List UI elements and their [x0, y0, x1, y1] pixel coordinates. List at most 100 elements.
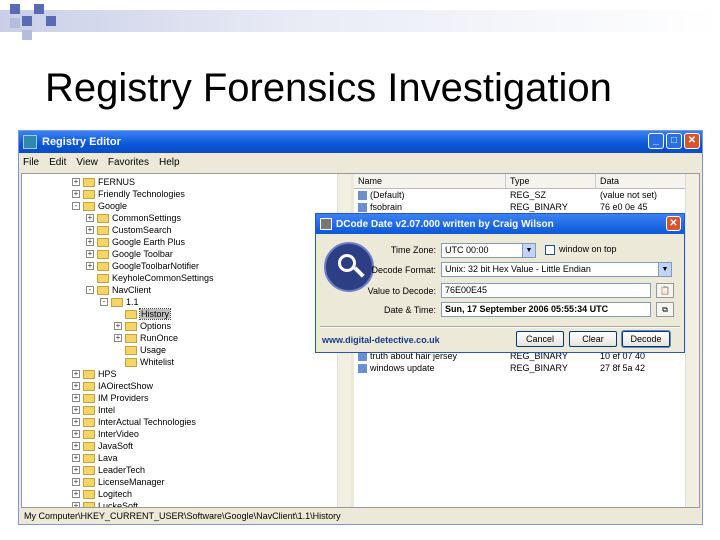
- folder-icon: [111, 297, 123, 307]
- decode-format-select[interactable]: Unix: 32 bit Hex Value - Little Endian ▼: [441, 262, 672, 277]
- cancel-button[interactable]: Cancel: [516, 331, 564, 347]
- expand-icon[interactable]: +: [114, 322, 122, 330]
- tree-node[interactable]: + Logitech: [72, 488, 132, 500]
- tree-node[interactable]: + LuckeSoft: [72, 500, 138, 507]
- expand-icon[interactable]: +: [72, 178, 80, 186]
- tree-node[interactable]: - NavClient: [86, 284, 151, 296]
- tree-node-label: Usage: [140, 345, 167, 355]
- tree-node[interactable]: + RunOnce: [114, 332, 178, 344]
- value-to-decode-input[interactable]: 76E00E45: [441, 283, 651, 298]
- column-header-data[interactable]: Data: [596, 174, 696, 189]
- clear-button[interactable]: Clear: [569, 331, 617, 347]
- string-value-icon: [358, 191, 367, 201]
- tree-node[interactable]: + IAOirectShow: [72, 380, 153, 392]
- folder-icon: [83, 189, 95, 199]
- dcode-close-button[interactable]: ✕: [666, 216, 681, 231]
- decor-square: [10, 4, 20, 14]
- tree-node[interactable]: + CustomSearch: [86, 224, 172, 236]
- tree-node[interactable]: + JavaSoft: [72, 440, 133, 452]
- menu-file[interactable]: File: [23, 157, 39, 168]
- expand-icon[interactable]: +: [72, 490, 80, 498]
- expand-icon[interactable]: +: [72, 430, 80, 438]
- tree-node-label: History: [138, 308, 172, 320]
- decode-format-label: Decode Format:: [371, 265, 436, 275]
- expand-icon[interactable]: +: [86, 250, 94, 258]
- decode-button[interactable]: Decode: [621, 330, 671, 348]
- expand-icon[interactable]: +: [72, 370, 80, 378]
- registry-window-title: Registry Editor: [42, 136, 121, 148]
- tree-node[interactable]: + Lava: [72, 452, 118, 464]
- menu-edit[interactable]: Edit: [49, 157, 66, 168]
- expand-icon[interactable]: +: [72, 418, 80, 426]
- tree-node-label: LicenseManager: [98, 477, 165, 487]
- expand-icon[interactable]: +: [86, 262, 94, 270]
- folder-icon: [83, 441, 95, 451]
- tree-node[interactable]: + Intel: [72, 404, 115, 416]
- tree-node[interactable]: Whitelist: [114, 356, 174, 368]
- tree-node[interactable]: + CommonSettings: [86, 212, 181, 224]
- tree-node[interactable]: + FERNUS: [72, 176, 135, 188]
- expand-icon[interactable]: +: [72, 466, 80, 474]
- close-button[interactable]: ✕: [684, 133, 700, 149]
- minimize-button[interactable]: _: [648, 133, 664, 149]
- tree-node-label: FERNUS: [98, 177, 136, 187]
- tree-node[interactable]: - 1.1: [100, 296, 139, 308]
- website-link[interactable]: www.digital-detective.co.uk: [322, 335, 440, 345]
- time-zone-select[interactable]: UTC 00:00 ▼: [441, 243, 536, 258]
- tree-node[interactable]: KeyholeCommonSettings: [86, 272, 214, 284]
- tree-node[interactable]: + Google Earth Plus: [86, 236, 185, 248]
- collapse-icon[interactable]: -: [72, 202, 80, 210]
- copy-icon[interactable]: ⧉: [656, 302, 674, 317]
- tree-node[interactable]: + InterActual Technologies: [72, 416, 196, 428]
- tree-node[interactable]: History: [114, 308, 172, 320]
- tree-node-label: CommonSettings: [112, 213, 182, 223]
- table-row[interactable]: (Default) REG_SZ (value not set): [354, 190, 699, 202]
- registry-titlebar[interactable]: Registry Editor _ □ ✕: [19, 131, 702, 153]
- expand-icon[interactable]: +: [72, 382, 80, 390]
- dialog-divider: [320, 326, 680, 328]
- maximize-button[interactable]: □: [666, 133, 682, 149]
- column-header-name[interactable]: Name: [354, 174, 506, 189]
- collapse-icon[interactable]: -: [86, 286, 94, 294]
- tree-node[interactable]: + IM Providers: [72, 392, 149, 404]
- expand-icon[interactable]: +: [86, 226, 94, 234]
- tree-node[interactable]: + Options: [114, 320, 171, 332]
- tree-node[interactable]: + GoogleToolbarNotifier: [86, 260, 199, 272]
- dcode-title: DCode Date v2.07.000 written by Craig Wi…: [336, 218, 554, 230]
- expand-icon[interactable]: +: [114, 334, 122, 342]
- expand-icon[interactable]: +: [72, 190, 80, 198]
- column-header-type[interactable]: Type: [506, 174, 596, 189]
- menu-view[interactable]: View: [76, 157, 98, 168]
- tree-node[interactable]: Usage: [114, 344, 166, 356]
- dcode-titlebar[interactable]: DCode Date v2.07.000 written by Craig Wi…: [316, 214, 684, 234]
- values-scrollbar[interactable]: [685, 174, 699, 507]
- collapse-icon[interactable]: -: [100, 298, 108, 306]
- expand-icon[interactable]: +: [86, 214, 94, 222]
- expand-icon[interactable]: +: [72, 454, 80, 462]
- expand-icon[interactable]: +: [72, 394, 80, 402]
- folder-icon: [83, 453, 95, 463]
- paste-icon[interactable]: 📋: [656, 283, 674, 298]
- expand-icon[interactable]: +: [72, 502, 80, 507]
- tree-node[interactable]: + LicenseManager: [72, 476, 165, 488]
- tree-node-label: CustomSearch: [112, 225, 172, 235]
- tree-node-label: HPS: [98, 369, 117, 379]
- folder-icon: [83, 369, 95, 379]
- tree-node[interactable]: + Google Toolbar: [86, 248, 173, 260]
- header-stripe: [0, 10, 720, 32]
- expand-icon[interactable]: +: [86, 238, 94, 246]
- tree-node[interactable]: + InterVideo: [72, 428, 139, 440]
- tree-node[interactable]: + Friendly Technologies: [72, 188, 185, 200]
- window-on-top-checkbox[interactable]: [545, 245, 555, 255]
- table-row[interactable]: windows update REG_BINARY 27 8f 5a 42: [354, 363, 699, 375]
- menu-help[interactable]: Help: [159, 157, 180, 168]
- tree-node[interactable]: - Google: [72, 200, 127, 212]
- expand-icon[interactable]: +: [72, 442, 80, 450]
- expand-icon[interactable]: +: [72, 406, 80, 414]
- folder-icon: [83, 465, 95, 475]
- menu-favorites[interactable]: Favorites: [108, 157, 149, 168]
- tree-node[interactable]: + HPS: [72, 368, 117, 380]
- folder-icon: [125, 357, 137, 367]
- expand-icon[interactable]: +: [72, 478, 80, 486]
- tree-node[interactable]: + LeaderTech: [72, 464, 145, 476]
